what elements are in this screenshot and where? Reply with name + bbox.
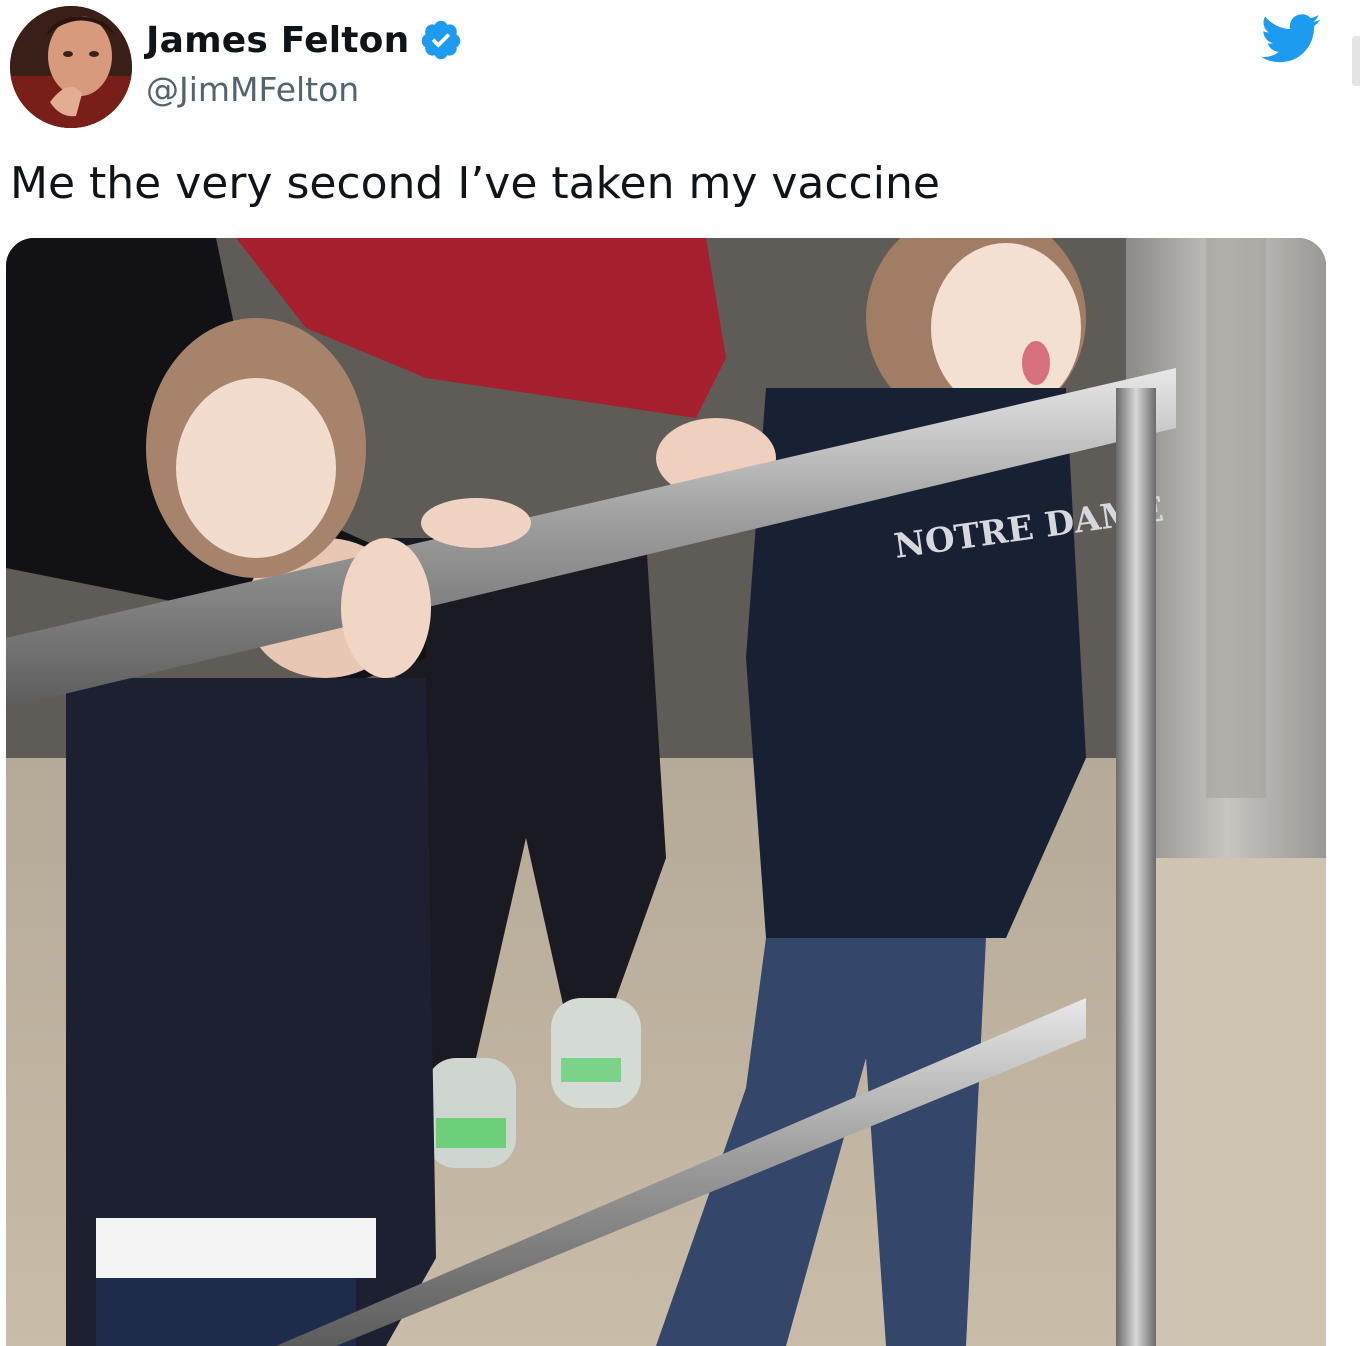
author-display-name[interactable]: James Felton — [146, 20, 409, 61]
scroll-edge-marker — [1352, 36, 1360, 86]
media-scene: NOTRE DAME — [6, 238, 1326, 1346]
twitter-bird-icon[interactable] — [1260, 14, 1322, 64]
author-name-row[interactable]: James Felton — [146, 18, 463, 62]
tweet-card: James Felton @JimMFelton Me the very sec… — [0, 0, 1360, 1346]
author-avatar[interactable] — [10, 6, 132, 128]
tweet-text: Me the very second I’ve taken my vaccine — [10, 158, 940, 209]
verified-badge-icon — [422, 20, 461, 60]
tweet-media-photo[interactable]: NOTRE DAME — [6, 238, 1326, 1346]
avatar-photo — [10, 6, 132, 128]
author-handle[interactable]: @JimMFelton — [146, 70, 359, 109]
